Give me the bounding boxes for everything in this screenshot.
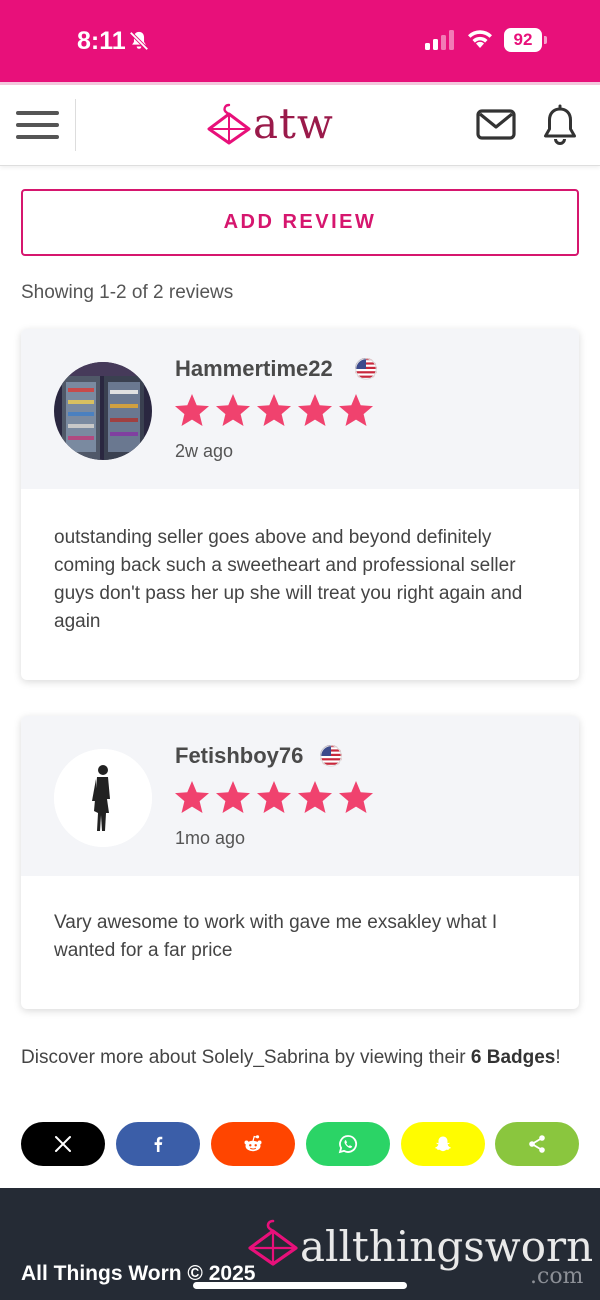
footer-logo-suffix: .com [530,1264,584,1289]
status-bar: 8:11 92 [0,0,600,82]
battery-level: 92 [504,28,542,52]
share-whatsapp-button[interactable] [306,1122,390,1166]
add-review-button[interactable]: ADD REVIEW [21,189,579,256]
mail-icon[interactable] [475,107,517,143]
reviewer-name[interactable]: Fetishboy76 [175,743,303,769]
review-header: Fetishboy76 1mo ago [21,716,579,876]
logo-text: atw [253,99,334,148]
badges-link[interactable]: 6 Badges [471,1047,555,1068]
hanger-logo-icon [207,103,251,145]
signal-icon [425,30,454,50]
review-time: 2w ago [175,441,234,461]
status-time: 8:11 [77,27,126,55]
app-header: atw [0,82,600,166]
battery-indicator: 92 [504,28,548,52]
review-time: 1mo ago [175,828,246,848]
share-buttons [21,1122,579,1166]
share-icon [529,1135,545,1153]
whatsapp-icon [338,1135,357,1154]
review-header: Hammertime22 2w ago [21,329,579,489]
us-flag-icon [320,745,342,767]
wifi-icon [468,30,492,48]
share-snapchat-button[interactable] [401,1122,485,1166]
atw-logo[interactable]: atw [205,97,355,153]
review-text: Vary awesome to work with gave me exsakl… [54,912,498,961]
share-x-button[interactable] [21,1122,105,1166]
share-facebook-button[interactable] [116,1122,200,1166]
rating-stars [175,394,373,426]
bell-off-icon [129,31,149,51]
review-card: Fetishboy76 1mo ago Vary awesome to work… [21,716,579,1009]
reviews-count-text: Showing 1-2 of 2 reviews [21,282,234,303]
menu-button[interactable] [16,107,60,143]
rating-stars [175,781,373,813]
snapchat-icon [435,1136,451,1152]
review-card: Hammertime22 2w ago outstanding seller g… [21,329,579,680]
avatar[interactable] [54,362,152,460]
x-icon [55,1136,71,1152]
share-reddit-button[interactable] [211,1122,295,1166]
facebook-icon [154,1136,163,1152]
share-general-button[interactable] [495,1122,579,1166]
discover-badges-text: Discover more about Solely_Sabrina by vi… [21,1047,561,1068]
reviewer-name[interactable]: Hammertime22 [175,356,333,382]
us-flag-icon [355,358,377,380]
bell-icon[interactable] [541,103,579,147]
review-text: outstanding seller goes above and beyond… [54,527,523,632]
avatar[interactable] [54,749,152,847]
home-indicator[interactable] [193,1282,407,1289]
reddit-icon [244,1135,262,1152]
